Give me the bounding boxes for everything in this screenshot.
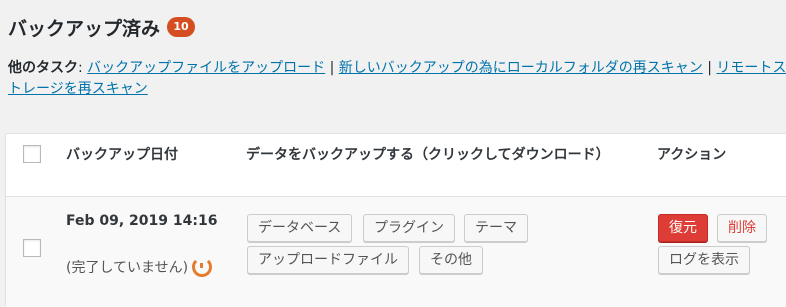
restore-button[interactable]: 復元	[658, 214, 708, 242]
select-all-checkbox[interactable]	[23, 145, 41, 163]
download-themes-button[interactable]: テーマ	[464, 214, 528, 242]
page-title: バックアップ済み	[8, 17, 161, 40]
other-tasks-label: 他のタスク	[8, 60, 78, 76]
backup-date: Feb 09, 2019 14:16	[66, 213, 218, 229]
other-tasks-colon: :	[78, 60, 83, 76]
download-database-button[interactable]: データベース	[247, 214, 353, 242]
link-separator: |	[702, 60, 717, 76]
page-header: バックアップ済み 10	[8, 14, 196, 40]
download-others-button[interactable]: その他	[419, 246, 483, 274]
link-separator: |	[325, 60, 339, 76]
other-tasks: 他のタスク: バックアップファイルをアップロード | 新しいバックアップの為にロ…	[8, 58, 786, 100]
backups-table: バックアップ日付 データをバックアップする（クリックしてダウンロード） アクショ…	[5, 133, 786, 307]
backup-status-text: (完了していません)	[66, 260, 189, 276]
download-plugins-button[interactable]: プラグイン	[363, 214, 455, 242]
delete-button[interactable]: 削除	[717, 214, 767, 242]
progress-spinner-icon	[192, 257, 213, 277]
column-header-date[interactable]: バックアップ日付	[66, 143, 178, 167]
backup-count-badge: 10	[167, 17, 196, 37]
column-header-actions: アクション	[657, 147, 727, 163]
table-row: Feb 09, 2019 14:16 (完了していません) データベース プラグ…	[6, 197, 786, 307]
column-header-backup-data: データをバックアップする（クリックしてダウンロード）	[246, 147, 610, 163]
row-select-checkbox[interactable]	[23, 239, 41, 257]
view-log-button[interactable]: ログを表示	[658, 246, 750, 274]
download-uploads-button[interactable]: アップロードファイル	[247, 246, 409, 274]
table-header: バックアップ日付 データをバックアップする（クリックしてダウンロード） アクショ…	[6, 134, 786, 197]
backup-status: (完了していません)	[66, 257, 213, 277]
rescan-local-folder-link[interactable]: 新しいバックアップの為にローカルフォルダの再スキャン	[339, 60, 703, 76]
upload-backup-files-link[interactable]: バックアップファイルをアップロード	[87, 60, 325, 76]
